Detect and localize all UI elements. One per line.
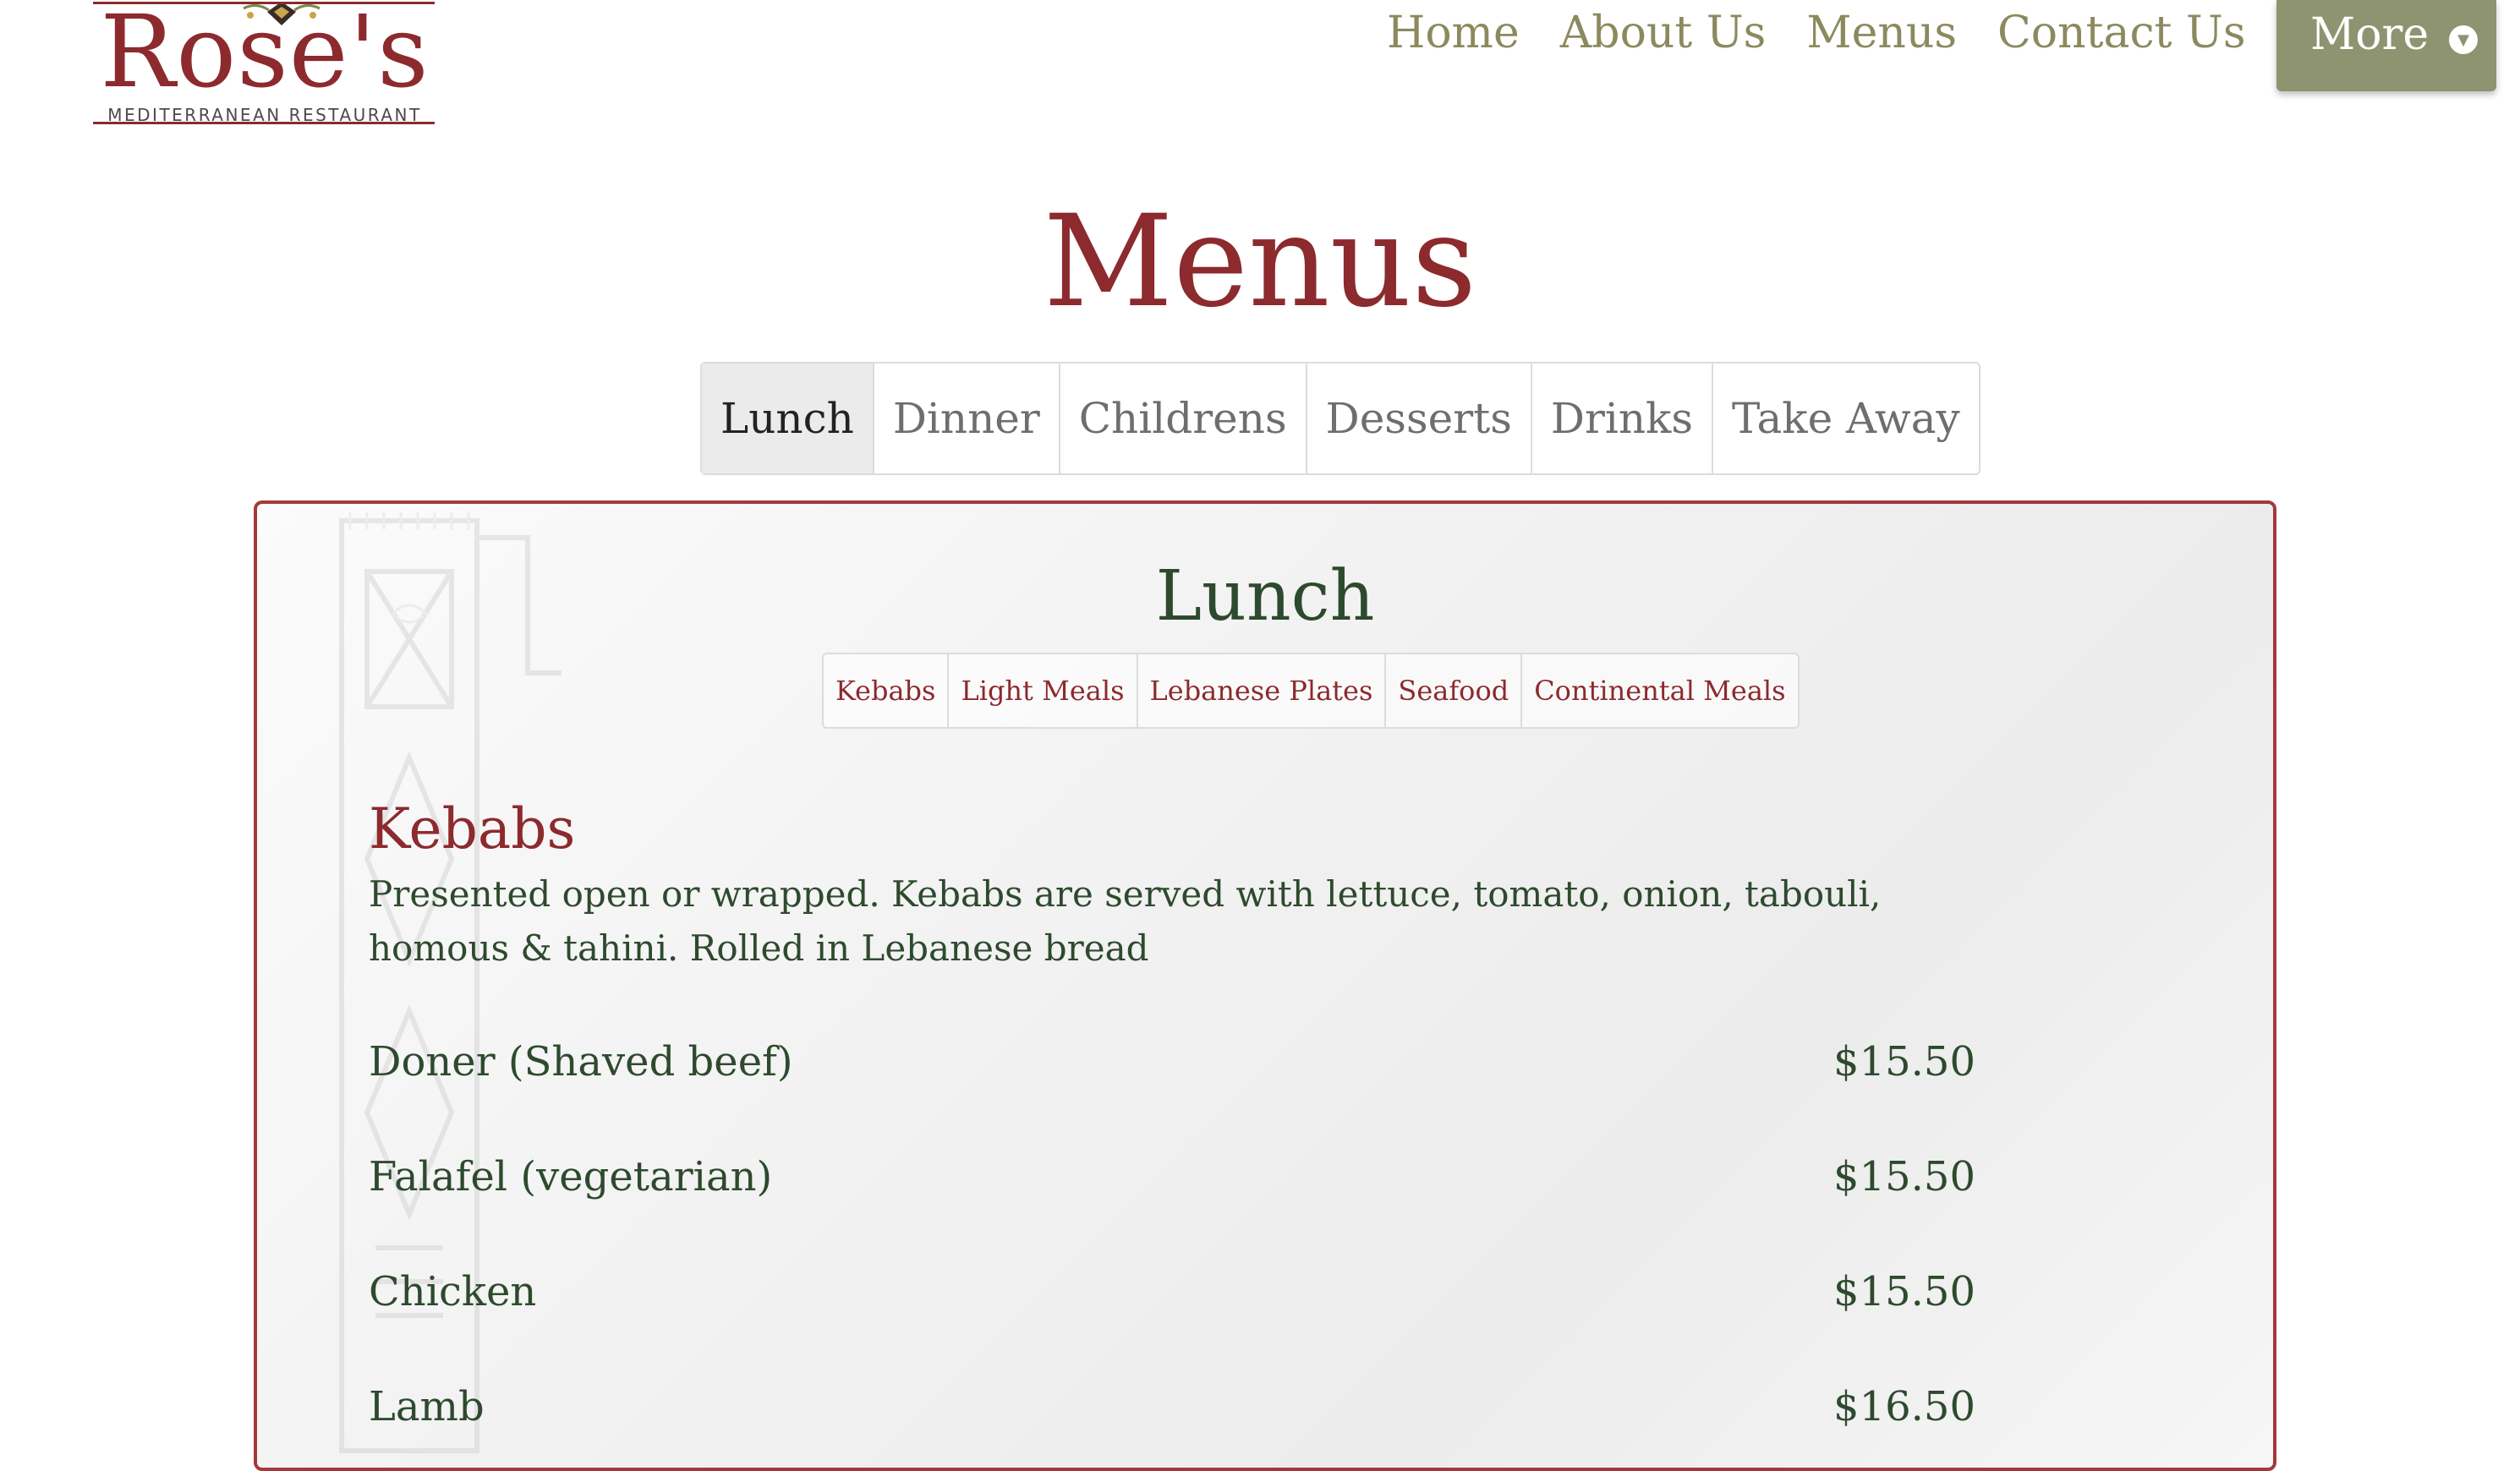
subtab-lebanese-plates[interactable]: Lebanese Plates — [1136, 654, 1385, 727]
nav-contact-us[interactable]: Contact Us — [1997, 0, 2246, 61]
subtab-seafood[interactable]: Seafood — [1384, 654, 1520, 727]
item-price: $15.50 — [1833, 1153, 1975, 1200]
item-price: $16.50 — [1833, 1383, 1975, 1430]
category-tabs: Kebabs Light Meals Lebanese Plates Seafo… — [822, 653, 1800, 729]
subtab-continental-meals[interactable]: Continental Meals — [1520, 654, 1797, 727]
page-title: Menus — [1043, 189, 1477, 336]
menu-item: Doner (Shaved beef) $15.50 — [369, 1028, 1975, 1143]
logo-rule — [93, 122, 435, 124]
tab-take-away[interactable]: Take Away — [1712, 364, 1979, 473]
tab-childrens[interactable]: Childrens — [1058, 364, 1306, 473]
main-nav: Home About Us Menus Contact Us — [1387, 0, 2287, 93]
logo[interactable]: Rose's MEDITERRANEAN RESTAURANT — [91, 0, 438, 125]
menu-item: Chicken $15.50 — [369, 1258, 1975, 1373]
more-button[interactable]: More ▼ — [2276, 0, 2496, 91]
site-header: Rose's MEDITERRANEAN RESTAURANT Home Abo… — [0, 0, 2520, 152]
menu-item: Falafel (vegetarian) $15.50 — [369, 1143, 1975, 1258]
nav-menus[interactable]: Menus — [1806, 0, 1957, 61]
item-name: Lamb — [369, 1383, 485, 1430]
item-name: Chicken — [369, 1268, 537, 1315]
tab-drinks[interactable]: Drinks — [1530, 364, 1712, 473]
item-price: $15.50 — [1833, 1038, 1975, 1085]
item-name: Falafel (vegetarian) — [369, 1153, 773, 1200]
logo-name: Rose's — [100, 0, 430, 110]
more-label: More — [2310, 9, 2430, 60]
menu-tabs: Lunch Dinner Childrens Desserts Drinks T… — [700, 362, 1980, 475]
tab-lunch[interactable]: Lunch — [702, 364, 873, 473]
category-description: Presented open or wrapped. Kebabs are se… — [369, 873, 1882, 969]
subtab-kebabs[interactable]: Kebabs — [824, 654, 947, 727]
subtab-light-meals[interactable]: Light Meals — [947, 654, 1136, 727]
menu-panel: Lunch Kebabs Light Meals Lebanese Plates… — [254, 500, 2276, 1471]
chevron-down-icon: ▼ — [2449, 25, 2478, 54]
tab-dinner[interactable]: Dinner — [872, 364, 1059, 473]
nav-about-us[interactable]: About Us — [1560, 0, 1767, 61]
item-price: $15.50 — [1833, 1268, 1975, 1315]
nav-home[interactable]: Home — [1387, 0, 1520, 61]
item-name: Doner (Shaved beef) — [369, 1038, 793, 1085]
menu-item: Lamb $16.50 — [369, 1373, 1975, 1468]
menu-items: Doner (Shaved beef) $15.50 Falafel (vege… — [369, 1028, 1975, 1468]
section-title: Lunch — [1155, 556, 1375, 637]
tab-desserts[interactable]: Desserts — [1305, 364, 1531, 473]
category-title: Kebabs — [369, 796, 576, 861]
